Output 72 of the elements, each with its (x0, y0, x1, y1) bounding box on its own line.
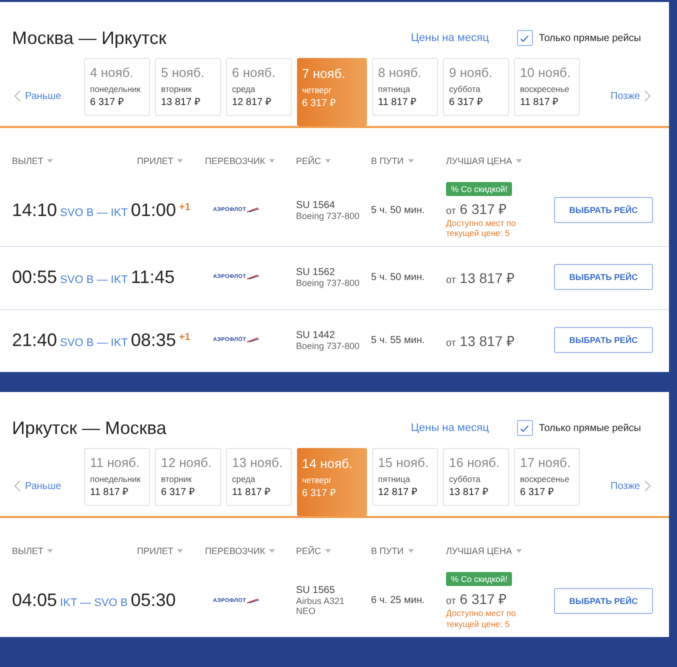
date-tab[interactable]: 6 нояб. среда 12 817 ₽ (226, 58, 292, 116)
flight-number: SU 1565 (296, 585, 336, 596)
date-tab[interactable]: 12 нояб. вторник 6 317 ₽ (155, 448, 221, 506)
column-header[interactable]: ВЫЛЕТ (12, 156, 137, 166)
discount-badge: % Со скидкой! (446, 182, 512, 196)
price: от 6 317 ₽ (446, 200, 507, 218)
column-header[interactable]: ПЕРЕВОЗЧИК (205, 156, 296, 166)
flight-duration: 5 ч. 50 мин. (371, 272, 426, 283)
date-tab[interactable]: 10 нояб. воскресенье 11 817 ₽ (514, 58, 580, 116)
column-header[interactable]: ВЫЛЕТ (12, 546, 137, 556)
column-header[interactable]: ПРИЛЕТ (137, 156, 205, 166)
next-day-mark: +1 (178, 332, 190, 343)
select-flight-button[interactable]: ВЫБРАТЬ РЕЙС (554, 197, 653, 224)
select-flight-button[interactable]: ВЫБРАТЬ РЕЙС (554, 264, 653, 290)
price: от 6 317 ₽ (446, 590, 507, 608)
flight-number: SU 1564 (296, 200, 336, 211)
departure-time: 14:10 (12, 200, 58, 221)
column-header[interactable]: ПРИЛЕТ (137, 546, 205, 556)
price: от 13 817 ₽ (446, 268, 515, 287)
date-tab[interactable]: 11 нояб. понедельник 11 817 ₽ (84, 448, 150, 506)
month-prices-link[interactable]: Цены на месяц (410, 422, 489, 434)
price: от 13 817 ₽ (446, 332, 515, 350)
select-flight-button[interactable]: ВЫБРАТЬ РЕЙС (554, 327, 653, 354)
select-flight-button[interactable]: ВЫБРАТЬ РЕЙС (554, 588, 653, 614)
earlier-link[interactable]: Раньше (0, 90, 84, 102)
arrival-time: 01:00 (130, 200, 176, 221)
aircraft-type: Airbus A321 NEO (296, 596, 346, 616)
aircraft-type: Boeing 737-800 (296, 210, 361, 221)
arrival-time: 05:30 (130, 590, 176, 612)
route-title: Иркутск — Москва (12, 418, 168, 439)
departure-time: 04:05 (12, 590, 58, 612)
seats-note: Доступно мест по текущей цене: 5 (446, 608, 517, 629)
column-header[interactable]: ЛУЧШАЯ ЦЕНА (446, 546, 554, 556)
flight-number: SU 1562 (296, 266, 336, 278)
later-link[interactable]: Позже (587, 480, 669, 492)
date-tab[interactable]: 8 нояб. пятница 11 817 ₽ (372, 58, 438, 116)
seats-note: Доступно мест по текущей цене: 5 (446, 218, 517, 238)
airports: IKT — SVO B (60, 597, 128, 610)
flight-duration: 5 ч. 50 мин. (371, 204, 426, 216)
date-tab[interactable]: 9 нояб. суббота 6 317 ₽ (443, 58, 509, 116)
date-tab[interactable]: 4 нояб. понедельник 6 317 ₽ (84, 58, 150, 116)
arrival-time: 08:35 (130, 330, 176, 351)
later-link[interactable]: Позже (587, 90, 669, 102)
route-title: Москва — Иркутск (12, 28, 168, 48)
column-header[interactable]: РЕЙС (296, 156, 371, 166)
airports: SVO B — IKT (60, 336, 128, 349)
column-header[interactable]: В ПУТИ (371, 546, 446, 556)
column-header[interactable]: ЛУЧШАЯ ЦЕНА (446, 156, 554, 166)
column-header[interactable]: ПЕРЕВОЗЧИК (205, 546, 296, 556)
earlier-link[interactable]: Раньше (0, 480, 84, 492)
date-tab[interactable]: 17 нояб. воскресенье 6 317 ₽ (514, 448, 580, 506)
airports: SVO B — IKT (60, 274, 128, 286)
checkbox-label: Только прямые рейсы (538, 32, 641, 44)
flight-duration: 5 ч. 55 мин. (371, 334, 426, 346)
date-tab[interactable]: 15 нояб. пятница 12 817 ₽ (372, 448, 438, 506)
departure-time: 00:55 (12, 266, 58, 288)
aircraft-type: Boeing 737-800 (296, 278, 361, 288)
aircraft-type: Boeing 737-800 (296, 340, 361, 351)
column-header[interactable]: В ПУТИ (371, 156, 446, 166)
arrival-time: 11:45 (130, 266, 175, 288)
month-prices-link[interactable]: Цены на месяц (410, 32, 489, 44)
date-tab[interactable]: 5 нояб. вторник 13 817 ₽ (155, 58, 221, 116)
flight-number: SU 1442 (296, 330, 336, 341)
date-tab[interactable]: 16 нояб. суббота 13 817 ₽ (443, 448, 509, 506)
date-tab[interactable]: 13 нояб. среда 11 817 ₽ (226, 448, 292, 506)
flight-duration: 6 ч. 25 мин. (371, 595, 426, 606)
next-day-mark: +1 (178, 202, 190, 213)
checkbox-label: Только прямые рейсы (538, 422, 641, 434)
airports: SVO B — IKT (60, 206, 128, 219)
departure-time: 21:40 (12, 330, 58, 351)
column-header[interactable]: РЕЙС (296, 546, 371, 556)
discount-badge: % Со скидкой! (446, 572, 512, 586)
